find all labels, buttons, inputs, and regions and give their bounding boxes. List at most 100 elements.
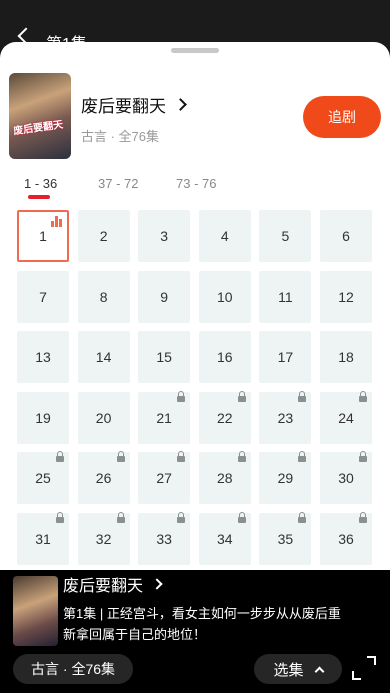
drama-cover-image[interactable]: 废后要翻天: [9, 73, 71, 159]
episode-number: 20: [95, 409, 112, 426]
episode-number: 22: [217, 409, 233, 426]
episode-cell[interactable]: 25: [17, 451, 69, 504]
episode-number: 32: [95, 530, 112, 547]
episode-number: 33: [156, 530, 172, 547]
episode-number: 9: [160, 288, 169, 305]
lock-icon: [298, 390, 307, 402]
episode-cell[interactable]: 5: [259, 210, 312, 262]
episode-cell[interactable]: 9: [138, 270, 191, 323]
cover-title-text: 废后要翻天: [12, 119, 64, 138]
episode-number: 2: [99, 228, 108, 244]
lock-icon: [359, 451, 367, 462]
episode-cell[interactable]: 31: [17, 511, 69, 565]
episode-cell[interactable]: 20: [77, 391, 130, 444]
episode-cell[interactable]: 3: [138, 210, 191, 262]
episode-number: 24: [338, 409, 354, 426]
episode-cell[interactable]: 34: [198, 511, 251, 565]
chevron-right-icon: [174, 98, 187, 111]
drama-title: 废后要翻天: [81, 97, 166, 116]
episode-number: 18: [338, 349, 354, 365]
active-tab-indicator: [28, 195, 50, 199]
tab-range-73-76[interactable]: 73 - 76: [176, 176, 216, 191]
episode-cell[interactable]: 14: [77, 331, 130, 383]
lock-icon: [56, 511, 64, 523]
lock-icon: [177, 511, 186, 523]
episode-cell[interactable]: 13: [17, 331, 69, 383]
episode-cell[interactable]: 35: [259, 511, 312, 565]
episode-cell[interactable]: 1: [17, 210, 69, 262]
episode-cell[interactable]: 15: [138, 331, 191, 383]
episode-cell[interactable]: 16: [198, 331, 251, 383]
episode-cell[interactable]: 26: [77, 451, 130, 504]
episode-cell[interactable]: 33: [138, 511, 191, 565]
genre-pill[interactable]: 古言 · 全76集: [13, 654, 134, 684]
episode-cell[interactable]: 27: [138, 451, 191, 504]
lock-icon: [298, 451, 307, 462]
lock-icon: [116, 511, 125, 523]
episode-number: 15: [156, 349, 172, 365]
episode-number: 14: [95, 349, 112, 365]
episode-cell[interactable]: 10: [198, 270, 251, 323]
lock-icon: [237, 511, 246, 523]
lock-icon: [56, 451, 64, 462]
episode-number: 36: [338, 530, 354, 547]
episode-cell[interactable]: 4: [198, 210, 251, 262]
episode-range-tabs: 1 - 36 37 - 72 73 - 76: [0, 176, 390, 206]
episode-number: 28: [217, 470, 233, 486]
episode-number: 12: [338, 288, 354, 305]
episode-cell[interactable]: 21: [138, 390, 191, 444]
episode-description: 第1集 | 正经宫斗，看女主如何一步步从从废后重新拿回属于自己的地位！: [63, 606, 341, 642]
episode-number: 23: [277, 409, 294, 426]
bottom-title-link[interactable]: 废后要翻天: [63, 572, 163, 596]
episode-number: 26: [95, 470, 112, 486]
episode-number: 7: [39, 288, 47, 305]
drama-title-link[interactable]: 废后要翻天: [81, 92, 187, 117]
episode-number: 29: [277, 470, 294, 486]
bottom-info-panel: 废后要翻天 第1集 | 正经宫斗，看女主如何一步步从从废后重新拿回属于自己的地位…: [0, 570, 390, 693]
episode-cell[interactable]: 18: [320, 331, 372, 383]
chevron-right-icon: [151, 578, 163, 590]
episode-number: 25: [35, 470, 51, 486]
episode-cell[interactable]: 17: [259, 331, 312, 383]
sheet-grabber-handle[interactable]: [171, 48, 219, 53]
episode-number: 21: [156, 409, 172, 426]
episode-cell[interactable]: 2: [77, 210, 130, 262]
episode-number: 16: [217, 349, 233, 365]
episode-number: 4: [220, 228, 229, 244]
episode-number: 19: [35, 409, 51, 426]
episode-cell[interactable]: 12: [320, 270, 372, 323]
chevron-up-icon: [314, 666, 324, 676]
episode-cell[interactable]: 28: [198, 451, 251, 504]
bottom-title: 废后要翻天: [63, 578, 144, 595]
episode-number: 5: [281, 228, 290, 244]
episode-number: 11: [278, 288, 293, 305]
episode-cell[interactable]: 8: [77, 270, 130, 323]
episode-cell[interactable]: 11: [259, 270, 312, 323]
lock-icon: [116, 451, 125, 462]
episode-number: 1: [39, 228, 47, 244]
lock-icon: [237, 390, 246, 402]
select-episode-button[interactable]: 选集: [254, 654, 342, 684]
episode-cell[interactable]: 6: [320, 210, 372, 262]
lock-icon: [177, 390, 186, 402]
episode-cell[interactable]: 19: [17, 391, 69, 444]
episode-number: 27: [156, 470, 172, 486]
episode-cell[interactable]: 23: [259, 390, 312, 444]
episode-number: 10: [217, 288, 233, 305]
episode-number: 35: [277, 530, 294, 547]
lock-icon: [359, 390, 367, 402]
episode-cell[interactable]: 32: [77, 511, 130, 565]
episode-number: 13: [35, 349, 51, 365]
episode-cell[interactable]: 29: [259, 451, 312, 504]
episode-cell[interactable]: 7: [17, 270, 69, 323]
episode-cell[interactable]: 22: [198, 390, 251, 444]
episode-cell[interactable]: 24: [320, 390, 372, 444]
follow-button[interactable]: 追剧: [303, 96, 381, 138]
episode-cell[interactable]: 36: [320, 511, 372, 565]
fullscreen-icon[interactable]: [352, 656, 376, 680]
episode-cell[interactable]: 30: [320, 451, 372, 504]
lock-icon: [237, 451, 246, 462]
drama-thumbnail[interactable]: [13, 576, 58, 646]
tab-range-37-72[interactable]: 37 - 72: [98, 176, 138, 191]
tab-range-1-36[interactable]: 1 - 36: [24, 176, 57, 191]
